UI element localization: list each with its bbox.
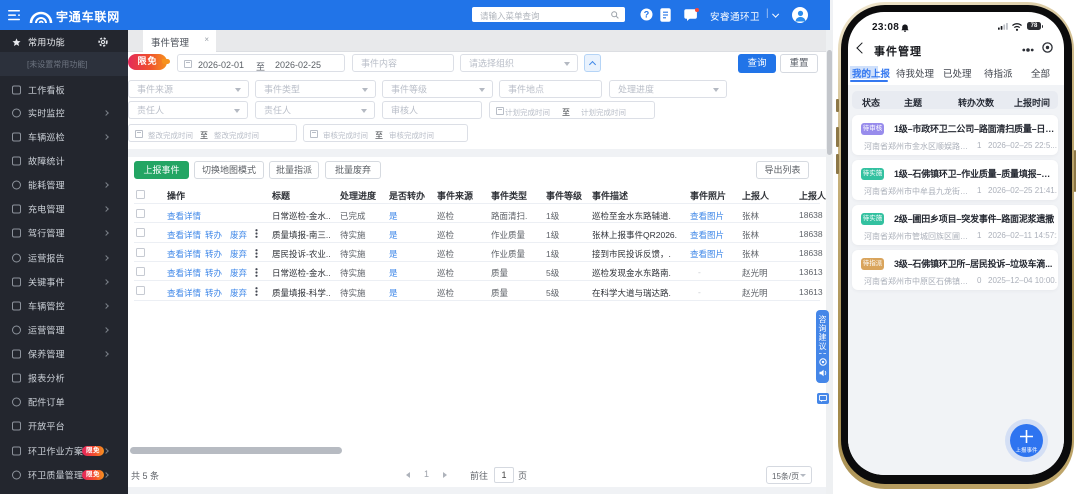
svg-text:?: ? xyxy=(644,10,650,20)
